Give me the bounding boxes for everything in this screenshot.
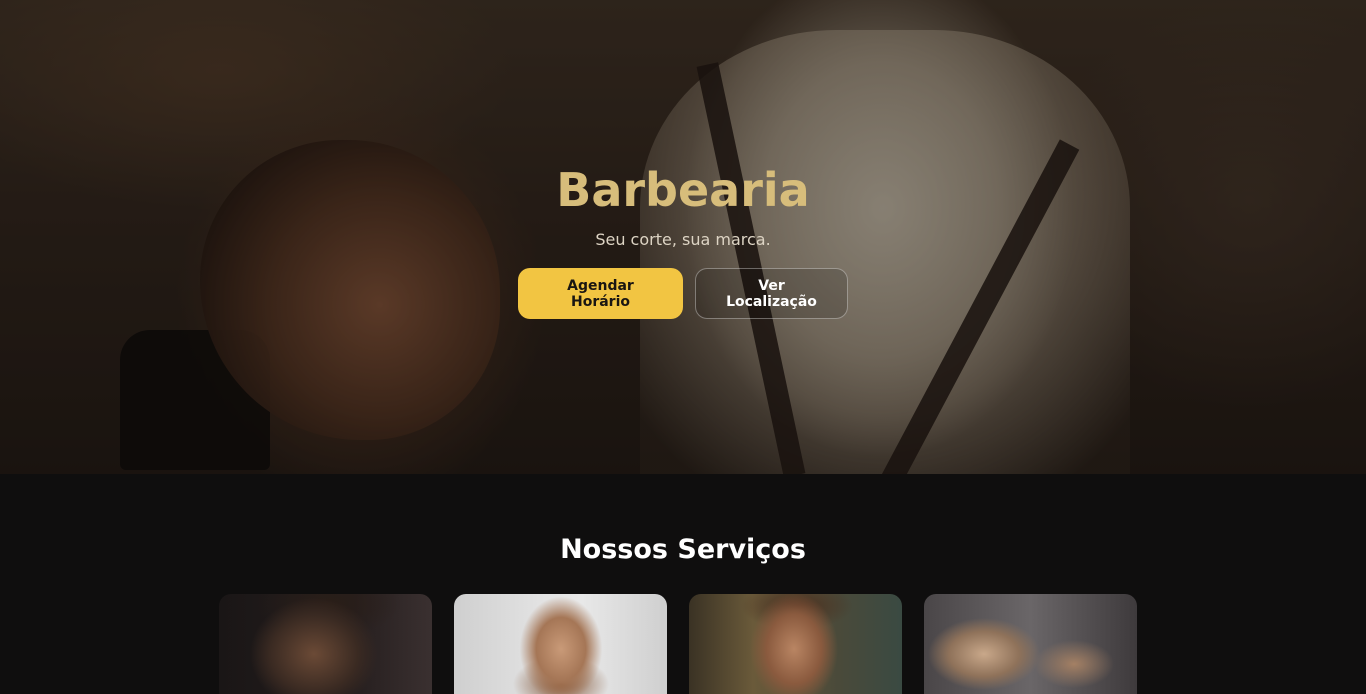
service-card-haircut[interactable] [219,594,432,694]
service-card-styling[interactable] [689,594,902,694]
hero-title: Barbearia [556,163,810,217]
hero-subtitle: Seu corte, sua marca. [595,230,771,249]
services-title: Nossos Serviços [560,534,806,565]
service-card-shave[interactable] [924,594,1137,694]
location-button[interactable]: Ver Localização [695,268,848,319]
hero-content: Barbearia Seu corte, sua marca. Agendar … [0,0,1366,474]
services-section: Nossos Serviços [0,474,1366,694]
service-card-beard[interactable] [454,594,667,694]
service-cards [219,594,1137,694]
hero-button-row: Agendar Horário Ver Localização [0,268,1366,319]
schedule-button[interactable]: Agendar Horário [518,268,683,319]
hero-section: Barbearia Seu corte, sua marca. Agendar … [0,0,1366,474]
